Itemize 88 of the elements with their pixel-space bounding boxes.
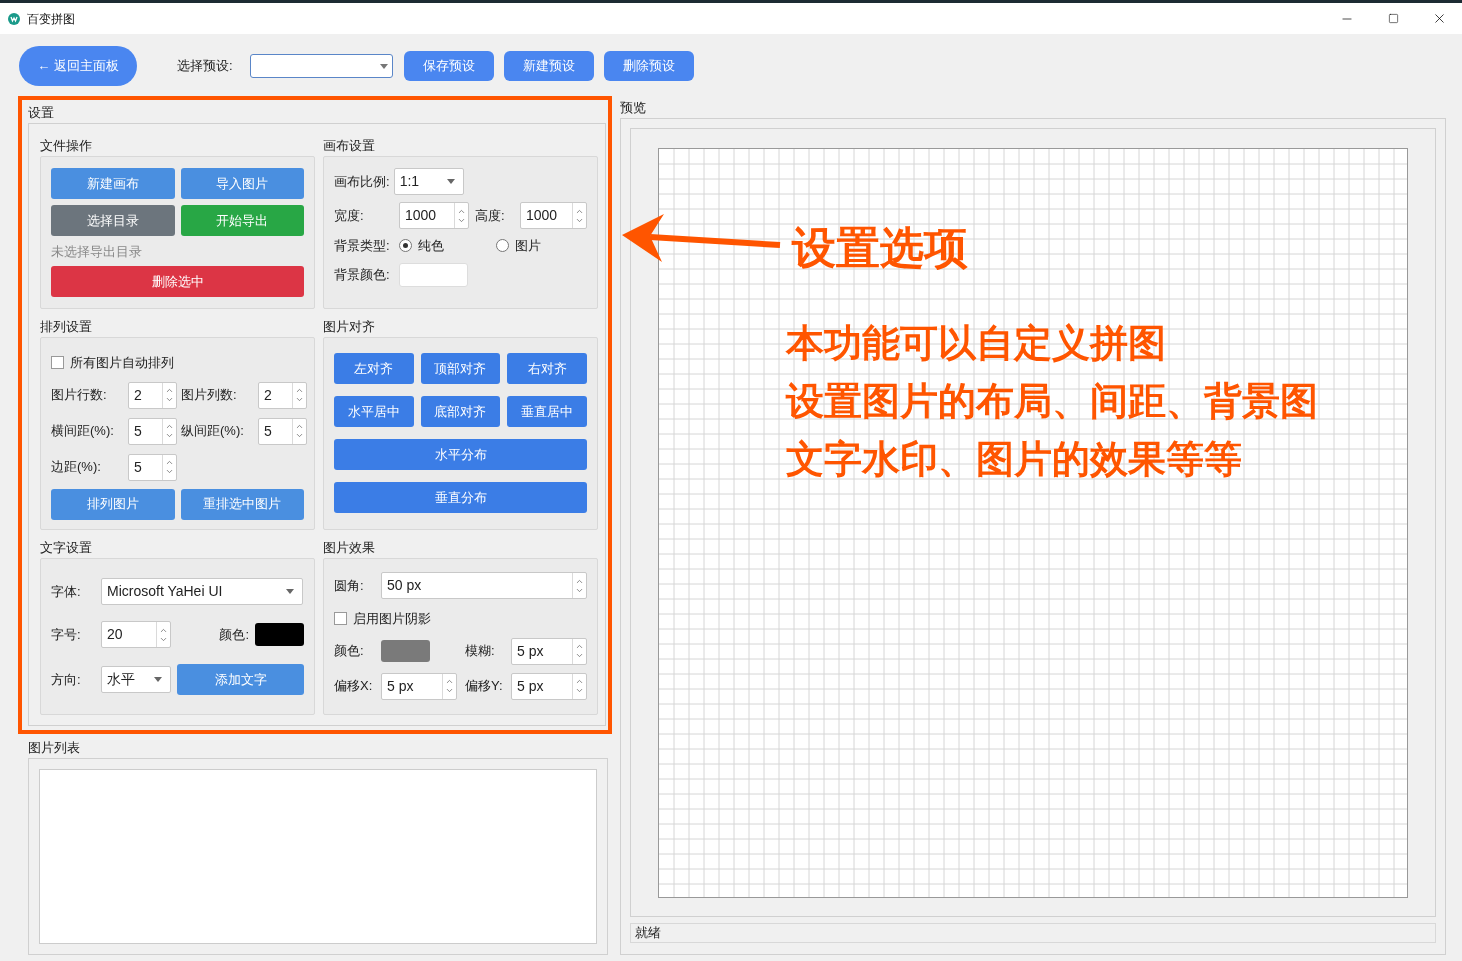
spin-field[interactable]: 50 px — [381, 572, 587, 599]
button[interactable]: 底部对齐 — [420, 396, 501, 427]
group-title: 图片效果 — [323, 539, 376, 557]
annotation-text: 设置图片的布局、间距、背景图 — [786, 379, 1318, 424]
color-swatch[interactable] — [399, 262, 468, 287]
field-label: 高度: — [475, 206, 506, 225]
checkbox[interactable] — [334, 612, 347, 626]
panel-title: 预览 — [620, 99, 647, 117]
spin-field[interactable]: 1000 — [399, 202, 469, 229]
field-label: 颜色: — [334, 642, 365, 661]
checkbox[interactable] — [51, 356, 64, 370]
button[interactable]: 开始导出 — [180, 205, 304, 236]
button[interactable]: 导入图片 — [180, 168, 304, 199]
field-label: 模糊: — [465, 642, 496, 661]
status-bar: 就绪 — [630, 923, 1436, 943]
color-swatch[interactable] — [381, 640, 430, 662]
field-label: 所有图片自动排列 — [70, 354, 174, 372]
combo-box[interactable]: 水平 — [101, 666, 171, 693]
field-label: 字号: — [51, 625, 82, 644]
button[interactable]: 左对齐 — [334, 353, 414, 384]
color-swatch[interactable] — [255, 623, 304, 646]
spin-field[interactable]: 5 px — [511, 672, 587, 700]
field-label: 启用图片阴影 — [353, 610, 431, 628]
group-title: 文字设置 — [40, 539, 93, 557]
annotation-text: 文字水印、图片的效果等等 — [786, 437, 1243, 482]
back-button[interactable]: ← 返回主面板 — [19, 46, 137, 86]
group-title: 画布设置 — [323, 137, 376, 155]
field-label: 画布比例: — [334, 172, 390, 191]
button[interactable]: 水平居中 — [334, 396, 414, 427]
button[interactable]: 选择目录 — [51, 205, 175, 236]
field-label: 圆角: — [334, 576, 365, 595]
spin-field[interactable]: 2 — [258, 381, 307, 409]
field-label: 背景类型: — [334, 237, 391, 255]
field-label: 背景颜色: — [334, 265, 391, 284]
caret-icon — [286, 589, 294, 594]
panel-title: 设置 — [28, 104, 55, 122]
caret-icon — [379, 63, 388, 69]
spin-field[interactable]: 5 — [128, 453, 177, 481]
field-label: 边距(%): — [51, 458, 102, 477]
field-label: 横间距(%): — [51, 422, 115, 441]
field-label: 字体: — [51, 582, 82, 601]
toolbar-button[interactable]: 保存预设 — [403, 51, 494, 81]
field-label: 图片列数: — [181, 386, 238, 405]
button[interactable]: 排列图片 — [51, 488, 175, 520]
toolbar-button[interactable]: 新建预设 — [503, 51, 594, 81]
button[interactable]: 顶部对齐 — [420, 353, 501, 384]
field-label: 图片 — [515, 237, 541, 255]
spin-field[interactable]: 5 — [128, 417, 177, 445]
button[interactable]: 添加文字 — [177, 664, 304, 695]
field-label: 图片行数: — [51, 386, 108, 405]
field-label: 纯色 — [418, 237, 444, 255]
field-label: 偏移Y: — [465, 677, 504, 696]
spin-field[interactable]: 5 — [258, 417, 307, 445]
field-label: 宽度: — [334, 206, 365, 225]
toolbar-button[interactable]: 删除预设 — [603, 51, 694, 81]
annotation-text: 本功能可以自定义拼图 — [786, 321, 1167, 366]
field-label: 方向: — [51, 670, 82, 689]
radio-button[interactable] — [496, 239, 509, 253]
button[interactable]: 水平分布 — [334, 439, 587, 470]
button[interactable]: 垂直分布 — [334, 482, 587, 513]
spin-field[interactable]: 1000 — [520, 202, 587, 229]
group-title: 文件操作 — [40, 137, 93, 155]
combo-box[interactable]: 1:1 — [393, 168, 464, 195]
group-title: 排列设置 — [40, 318, 93, 336]
button[interactable]: 右对齐 — [507, 353, 587, 384]
button[interactable]: 删除选中 — [51, 266, 304, 297]
panel-title: 图片列表 — [28, 739, 81, 757]
spin-field[interactable]: 5 px — [511, 637, 587, 665]
caret-icon — [154, 677, 162, 682]
status-text: 未选择导出目录 — [51, 243, 143, 261]
preset-select[interactable] — [249, 54, 393, 78]
spin-field[interactable]: 20 — [101, 621, 171, 648]
spin-field[interactable]: 2 — [128, 381, 177, 409]
button[interactable]: 新建画布 — [51, 168, 175, 199]
preset-label: 选择预设: — [177, 57, 233, 76]
radio-button[interactable] — [399, 239, 412, 253]
annotation-heading: 设置选项 — [792, 222, 969, 274]
field-label: 颜色: — [219, 625, 249, 644]
app-logo-icon — [8, 12, 20, 25]
spin-field[interactable]: 5 px — [381, 672, 457, 700]
field-label: 偏移X: — [334, 677, 374, 696]
button[interactable]: 垂直居中 — [507, 396, 587, 427]
combo-box[interactable]: Microsoft YaHei UI — [101, 578, 303, 605]
button[interactable]: 重排选中图片 — [180, 488, 304, 520]
group-title: 图片对齐 — [323, 318, 376, 336]
caret-icon — [446, 179, 455, 184]
field-label: 纵间距(%): — [181, 422, 245, 441]
window-title: 百变拼图 — [27, 10, 75, 28]
